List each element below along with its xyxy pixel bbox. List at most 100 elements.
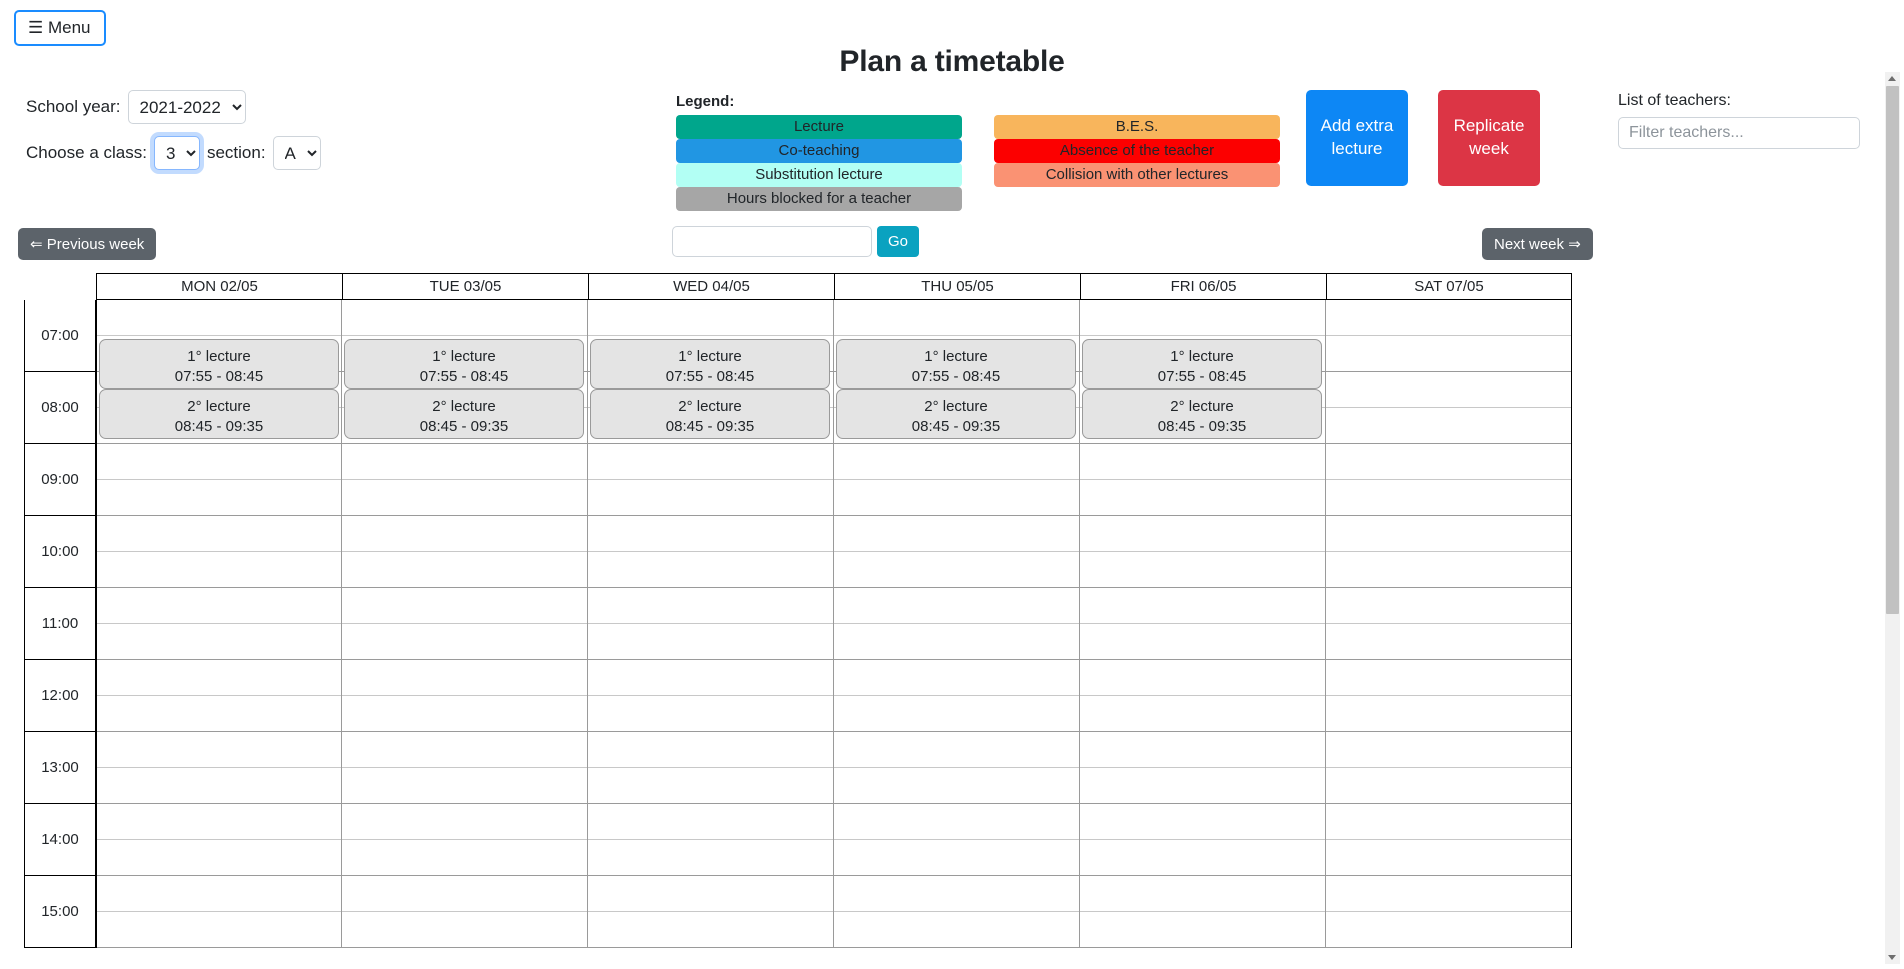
timetable-slot[interactable] bbox=[342, 804, 587, 840]
timetable-slot[interactable] bbox=[1080, 624, 1325, 660]
timetable-slot[interactable] bbox=[588, 732, 833, 768]
scroll-up-arrow-icon[interactable] bbox=[1888, 76, 1896, 81]
timetable-slot[interactable] bbox=[97, 516, 341, 552]
timetable-slot[interactable] bbox=[1326, 840, 1571, 876]
lecture-block[interactable]: 2° lecture 08:45 - 09:35 bbox=[836, 389, 1076, 439]
replicate-week-button[interactable]: Replicate week bbox=[1438, 90, 1540, 186]
section-select[interactable]: A bbox=[272, 136, 321, 170]
timetable-slot[interactable] bbox=[97, 624, 341, 660]
timetable-slot[interactable] bbox=[834, 732, 1079, 768]
timetable-slot[interactable] bbox=[97, 768, 341, 804]
timetable-slot[interactable] bbox=[1080, 804, 1325, 840]
timetable-slot[interactable] bbox=[342, 696, 587, 732]
timetable-slot[interactable] bbox=[1080, 732, 1325, 768]
timetable-slot[interactable] bbox=[1326, 588, 1571, 624]
timetable-slot[interactable] bbox=[588, 624, 833, 660]
lecture-block[interactable]: 1° lecture 07:55 - 08:45 bbox=[1082, 339, 1322, 389]
menu-button[interactable]: ☰ Menu bbox=[14, 10, 106, 46]
timetable-slot[interactable] bbox=[588, 876, 833, 912]
timetable-slot[interactable] bbox=[588, 804, 833, 840]
lecture-block[interactable]: 1° lecture 07:55 - 08:45 bbox=[344, 339, 584, 389]
timetable-slot[interactable] bbox=[342, 768, 587, 804]
timetable-slot[interactable] bbox=[1326, 480, 1571, 516]
timetable-slot[interactable] bbox=[834, 912, 1079, 948]
lecture-block[interactable]: 2° lecture 08:45 - 09:35 bbox=[344, 389, 584, 439]
timetable-slot[interactable] bbox=[1080, 660, 1325, 696]
timetable-slot[interactable] bbox=[1326, 300, 1571, 336]
timetable-slot[interactable] bbox=[1080, 300, 1325, 336]
timetable-slot[interactable] bbox=[97, 300, 341, 336]
timetable-slot[interactable] bbox=[97, 588, 341, 624]
timetable-slot[interactable] bbox=[1326, 372, 1571, 408]
timetable-slot[interactable] bbox=[834, 624, 1079, 660]
timetable-slot[interactable] bbox=[834, 516, 1079, 552]
timetable-slot[interactable] bbox=[1080, 588, 1325, 624]
timetable-slot[interactable] bbox=[1080, 480, 1325, 516]
timetable-slot[interactable] bbox=[342, 660, 587, 696]
timetable-slot[interactable] bbox=[588, 660, 833, 696]
timetable-slot[interactable] bbox=[342, 300, 587, 336]
timetable-slot[interactable] bbox=[342, 444, 587, 480]
page-scrollbar[interactable] bbox=[1885, 72, 1900, 964]
timetable-slot[interactable] bbox=[97, 840, 341, 876]
timetable-slot[interactable] bbox=[342, 876, 587, 912]
timetable-slot[interactable] bbox=[588, 516, 833, 552]
lecture-block[interactable]: 2° lecture 08:45 - 09:35 bbox=[590, 389, 830, 439]
previous-week-button[interactable]: ⇐ Previous week bbox=[18, 228, 157, 260]
timetable-slot[interactable] bbox=[1080, 912, 1325, 948]
timetable-slot[interactable] bbox=[1080, 552, 1325, 588]
timetable-slot[interactable] bbox=[834, 444, 1079, 480]
timetable-slot[interactable] bbox=[834, 768, 1079, 804]
timetable-slot[interactable] bbox=[1326, 336, 1571, 372]
scroll-down-arrow-icon[interactable] bbox=[1888, 955, 1896, 960]
timetable-slot[interactable] bbox=[834, 696, 1079, 732]
timetable-slot[interactable] bbox=[97, 804, 341, 840]
timetable-slot[interactable] bbox=[834, 480, 1079, 516]
class-select[interactable]: 3 bbox=[153, 136, 200, 170]
timetable-slot[interactable] bbox=[1080, 516, 1325, 552]
timetable-slot[interactable] bbox=[342, 588, 587, 624]
timetable-slot[interactable] bbox=[97, 912, 341, 948]
timetable-slot[interactable] bbox=[1080, 696, 1325, 732]
timetable-slot[interactable] bbox=[588, 768, 833, 804]
timetable-slot[interactable] bbox=[1326, 660, 1571, 696]
teachers-filter-input[interactable] bbox=[1618, 117, 1860, 149]
lecture-block[interactable]: 2° lecture 08:45 - 09:35 bbox=[1082, 389, 1322, 439]
timetable-slot[interactable] bbox=[97, 444, 341, 480]
timetable-slot[interactable] bbox=[1326, 768, 1571, 804]
timetable-slot[interactable] bbox=[97, 876, 341, 912]
timetable-slot[interactable] bbox=[1326, 732, 1571, 768]
timetable-slot[interactable] bbox=[834, 552, 1079, 588]
timetable-slot[interactable] bbox=[834, 588, 1079, 624]
timetable-slot[interactable] bbox=[1326, 516, 1571, 552]
timetable-slot[interactable] bbox=[1326, 876, 1571, 912]
timetable-slot[interactable] bbox=[1080, 768, 1325, 804]
timetable-slot[interactable] bbox=[1080, 840, 1325, 876]
timetable-slot[interactable] bbox=[834, 876, 1079, 912]
timetable-slot[interactable] bbox=[834, 660, 1079, 696]
timetable-slot[interactable] bbox=[342, 912, 587, 948]
timetable-slot[interactable] bbox=[342, 840, 587, 876]
scrollbar-thumb[interactable] bbox=[1886, 86, 1899, 614]
timetable-slot[interactable] bbox=[1326, 552, 1571, 588]
timetable-slot[interactable] bbox=[97, 552, 341, 588]
timetable-slot[interactable] bbox=[342, 552, 587, 588]
timetable-slot[interactable] bbox=[97, 480, 341, 516]
next-week-button[interactable]: Next week ⇒ bbox=[1482, 228, 1593, 260]
lecture-block[interactable]: 1° lecture 07:55 - 08:45 bbox=[99, 339, 339, 389]
timetable-slot[interactable] bbox=[588, 480, 833, 516]
timetable-slot[interactable] bbox=[1326, 912, 1571, 948]
timetable-slot[interactable] bbox=[1326, 624, 1571, 660]
timetable-slot[interactable] bbox=[1326, 408, 1571, 444]
timetable-slot[interactable] bbox=[588, 444, 833, 480]
timetable-slot[interactable] bbox=[1080, 876, 1325, 912]
timetable-slot[interactable] bbox=[1326, 696, 1571, 732]
timetable-slot[interactable] bbox=[97, 696, 341, 732]
timetable-slot[interactable] bbox=[588, 300, 833, 336]
timetable-slot[interactable] bbox=[97, 660, 341, 696]
goto-week-input[interactable] bbox=[672, 226, 872, 257]
lecture-block[interactable]: 2° lecture 08:45 - 09:35 bbox=[99, 389, 339, 439]
timetable-slot[interactable] bbox=[1326, 804, 1571, 840]
timetable-slot[interactable] bbox=[1326, 444, 1571, 480]
timetable-slot[interactable] bbox=[97, 732, 341, 768]
